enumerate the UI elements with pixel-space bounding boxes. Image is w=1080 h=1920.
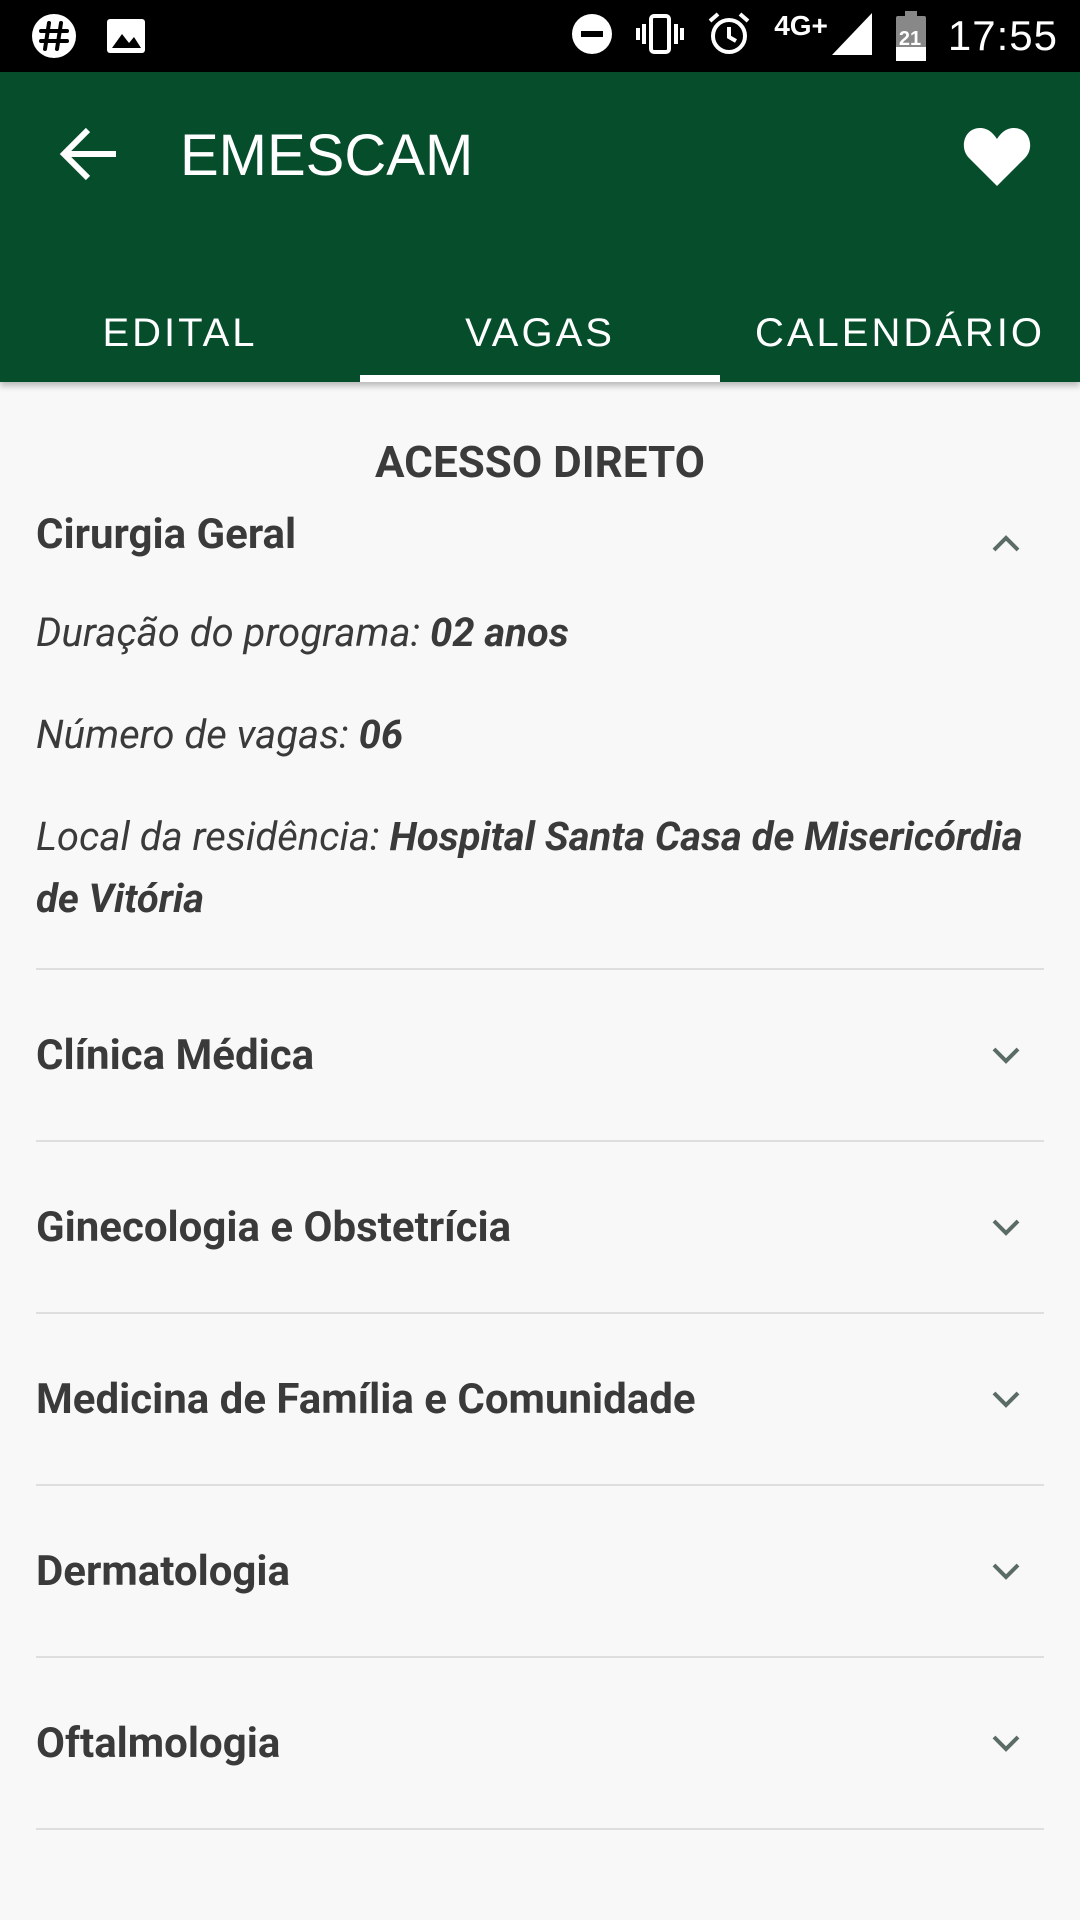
program-title: Oftalmologia: [36, 1718, 281, 1768]
vagas-content: ACESSO DIRETO Cirurgia Geral Duração do …: [0, 382, 1080, 1830]
tab-vagas[interactable]: VAGAS: [360, 284, 720, 382]
tab-label: EDITAL: [102, 310, 258, 355]
tab-label: CALENDÁRIO: [754, 310, 1046, 355]
chevron-down-icon: [992, 1563, 1020, 1580]
vacancies-value: 06: [358, 711, 404, 758]
chevron-down-icon: [992, 1219, 1020, 1236]
tab-bar: EDITAL VAGAS CALENDÁRIO: [0, 284, 1080, 382]
accordion-header-cirurgia-geral[interactable]: Cirurgia Geral: [36, 488, 1044, 602]
chevron-down-icon: [992, 1047, 1020, 1064]
chevron-down-icon: [992, 1391, 1020, 1408]
duration-row: Duração do programa: 02 anos: [36, 602, 1044, 664]
clock-time: 17:55: [947, 12, 1058, 59]
battery-level-label: 21: [898, 28, 922, 50]
program-title: Cirurgia Geral: [36, 510, 297, 559]
app-bar: EMESCAM EDITAL VAGAS CALENDÁRIO: [0, 72, 1080, 382]
signal-icon: [830, 11, 874, 61]
program-list: Cirurgia Geral Duração do programa: 02 a…: [36, 488, 1044, 1830]
list-item: Ginecologia e Obstetrícia: [36, 1142, 1044, 1314]
network-type-label: 4G+: [774, 10, 828, 41]
list-item: Oftalmologia: [36, 1658, 1044, 1830]
list-item: Clínica Médica: [36, 970, 1044, 1142]
vibrate-icon: [636, 12, 685, 60]
location-label: Local da residência:: [36, 813, 390, 860]
tab-edital[interactable]: EDITAL: [0, 284, 360, 382]
battery-icon: 21: [895, 11, 926, 61]
alarm-icon: [706, 11, 752, 61]
accordion-header-clinica-medica[interactable]: Clínica Médica: [36, 970, 1044, 1140]
program-title: Clínica Médica: [36, 1030, 315, 1080]
accordion-header-oftalmologia[interactable]: Oftalmologia: [36, 1658, 1044, 1828]
list-item: Cirurgia Geral Duração do programa: 02 a…: [36, 488, 1044, 970]
accordion-header-medicina-familia[interactable]: Medicina de Família e Comunidade: [36, 1314, 1044, 1484]
back-button[interactable]: [58, 122, 122, 186]
chevron-up-icon: [992, 535, 1020, 552]
list-item: Medicina de Família e Comunidade: [36, 1314, 1044, 1486]
heart-icon: [963, 128, 1031, 186]
tab-calendario[interactable]: CALENDÁRIO: [720, 284, 1080, 382]
slack-notification-icon: [30, 12, 78, 64]
list-item: Dermatologia: [36, 1486, 1044, 1658]
do-not-disturb-icon: [570, 12, 614, 60]
duration-label: Duração do programa:: [36, 609, 431, 656]
accordion-header-dermatologia[interactable]: Dermatologia: [36, 1486, 1044, 1656]
program-title: Ginecologia e Obstetrícia: [36, 1202, 512, 1252]
chevron-down-icon: [992, 1735, 1020, 1752]
location-row: Local da residência: Hospital Santa Casa…: [36, 806, 1044, 930]
page-title: EMESCAM: [180, 123, 474, 188]
section-title: ACESSO DIRETO: [374, 436, 705, 488]
duration-value: 02 anos: [430, 609, 569, 656]
vacancies-label: Número de vagas:: [36, 711, 359, 758]
accordion-header-ginecologia[interactable]: Ginecologia e Obstetrícia: [36, 1142, 1044, 1312]
tab-label: VAGAS: [465, 310, 615, 355]
accordion-body: Duração do programa: 02 anos Número de v…: [36, 602, 1044, 968]
image-notification-icon: [104, 14, 148, 62]
arrow-left-icon: [59, 127, 116, 181]
program-title: Dermatologia: [36, 1546, 290, 1596]
vacancies-row: Número de vagas: 06: [36, 704, 1044, 766]
favorite-button[interactable]: [962, 124, 1032, 188]
program-title: Medicina de Família e Comunidade: [36, 1374, 696, 1424]
status-bar: 4G+ 21 17:55: [0, 0, 1080, 72]
